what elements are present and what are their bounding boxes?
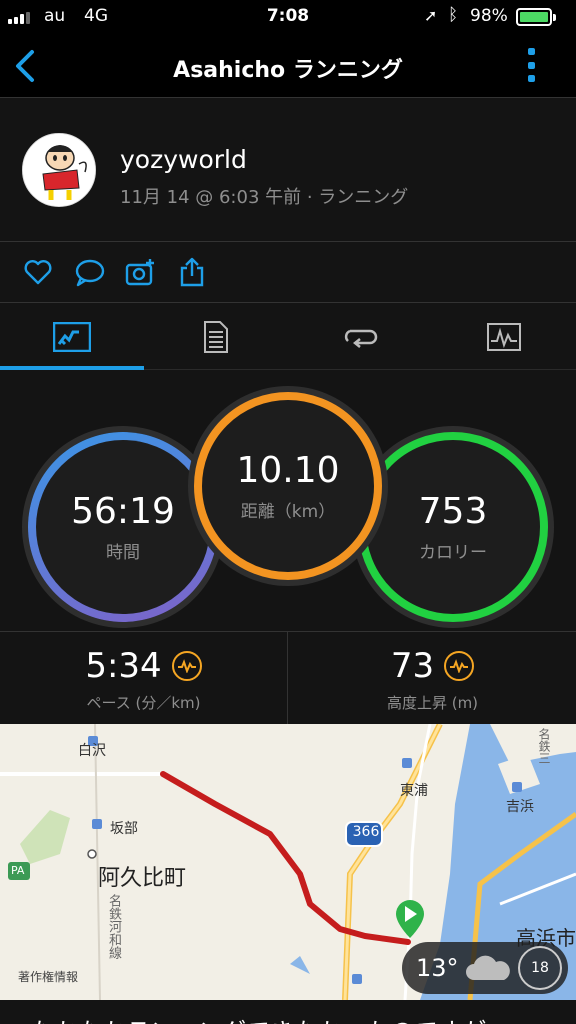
map-label: PA bbox=[11, 864, 25, 877]
action-bar bbox=[0, 242, 576, 303]
time-value: 56:19 bbox=[71, 491, 175, 532]
page-title: Asahicho ランニング bbox=[173, 58, 403, 83]
summary-rings: 56:19 時間 753 カロリー 10.10 距離（km） bbox=[0, 370, 576, 632]
wind-value: 18 bbox=[531, 960, 549, 976]
line-chart-icon bbox=[487, 322, 521, 351]
map-label: 366 bbox=[352, 824, 380, 840]
weather-temp: 13° bbox=[416, 954, 459, 982]
stats-row: 5:34 ペース (分／km) 73 高度上昇 (m) bbox=[0, 632, 576, 724]
document-icon bbox=[204, 320, 228, 353]
pace-value: 5:34 bbox=[85, 646, 162, 686]
calories-ring: 753 カロリー bbox=[358, 432, 548, 622]
calories-label: カロリー bbox=[419, 543, 487, 563]
bluetooth-icon: ᛒ bbox=[448, 5, 459, 25]
elevation-label: 高度上昇 (m) bbox=[386, 694, 479, 712]
pace-label: ペース (分／km) bbox=[86, 694, 201, 712]
battery-percent: 98% bbox=[470, 6, 508, 26]
tab-details[interactable] bbox=[144, 303, 288, 370]
description-text: なかなかランニングできなかったのですが bbox=[30, 1012, 486, 1024]
pace-chart-icon[interactable] bbox=[171, 651, 202, 681]
time-ring: 56:19 時間 bbox=[28, 432, 218, 622]
summary-chart-icon bbox=[53, 321, 91, 352]
elevation-value: 73 bbox=[390, 646, 435, 686]
avatar[interactable] bbox=[22, 133, 96, 207]
tab-bar bbox=[0, 303, 576, 370]
laps-loop-icon bbox=[344, 329, 378, 348]
username[interactable]: yozyworld bbox=[120, 145, 247, 174]
cloud-icon bbox=[466, 955, 510, 980]
elevation-stat: 73 高度上昇 (m) bbox=[289, 632, 576, 724]
nav-bar: Asahicho ランニング bbox=[0, 34, 576, 98]
comment-icon[interactable] bbox=[74, 256, 106, 288]
activity-meta: 11月 14 @ 6:03 午前 · ランニング bbox=[120, 187, 409, 208]
route-map[interactable]: 白沢 坂部 阿久比町 PA 名鉄河和線 東浦 366 吉浜 高浜市 名鉄三 著作… bbox=[0, 724, 576, 1000]
distance-label: 距離（km） bbox=[240, 502, 336, 522]
battery-icon bbox=[516, 8, 556, 26]
map-label: 阿久比町 bbox=[98, 866, 187, 891]
calories-value: 753 bbox=[418, 491, 488, 532]
wind-gauge: 18 bbox=[518, 946, 562, 990]
map-label: 東浦 bbox=[400, 783, 428, 799]
status-bar: au 4G 7:08 ➚ ᛒ 98% bbox=[0, 0, 576, 34]
description-strip: なかなかランニングできなかったのですが bbox=[0, 1000, 576, 1024]
tab-laps[interactable] bbox=[288, 303, 432, 370]
heart-icon[interactable] bbox=[22, 256, 54, 288]
pace-stat: 5:34 ペース (分／km) bbox=[0, 632, 287, 724]
tab-charts[interactable] bbox=[432, 303, 576, 370]
map-label: 名鉄河和線 bbox=[106, 894, 121, 959]
stats-divider bbox=[287, 632, 288, 724]
activity-header: yozyworld 11月 14 @ 6:03 午前 · ランニング bbox=[0, 99, 576, 242]
location-arrow-icon: ➚ bbox=[424, 6, 438, 25]
map-label: 白沢 bbox=[78, 743, 106, 759]
map-copyright[interactable]: 著作権情報 bbox=[18, 968, 78, 985]
map-label: 坂部 bbox=[110, 821, 138, 837]
distance-ring: 10.10 距離（km） bbox=[194, 392, 382, 580]
tab-summary[interactable] bbox=[0, 303, 144, 370]
time-label: 時間 bbox=[106, 543, 140, 563]
elevation-chart-icon[interactable] bbox=[444, 651, 475, 681]
distance-value: 10.10 bbox=[236, 450, 340, 491]
weather-badge[interactable]: 13° 18 bbox=[402, 942, 568, 994]
share-icon[interactable] bbox=[176, 256, 208, 288]
more-options-icon[interactable] bbox=[528, 48, 536, 82]
camera-icon[interactable] bbox=[124, 256, 156, 288]
map-label: 吉浜 bbox=[506, 799, 534, 815]
map-label: 名鉄三 bbox=[537, 728, 551, 764]
